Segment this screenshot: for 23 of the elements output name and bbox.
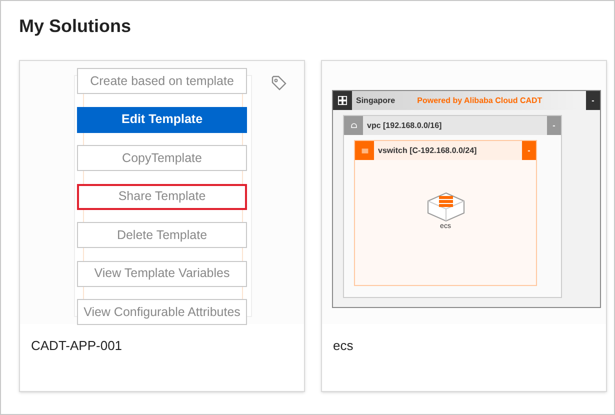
menu-button[interactable]: CopyTemplate [77, 145, 247, 171]
menu-button[interactable]: View Configurable Attributes [77, 299, 247, 325]
vswitch-label: vswitch [C-192.168.0.0/24] [378, 144, 477, 156]
collapse-button[interactable]: - [547, 116, 561, 135]
server-icon [426, 192, 464, 222]
switch-icon [355, 141, 374, 160]
collapse-button[interactable]: - [586, 91, 600, 110]
solution-name: CADT-APP-001 [31, 338, 122, 353]
menu-button[interactable]: Create based on template [77, 68, 247, 94]
menu-button[interactable]: Share Template [77, 184, 247, 210]
collapse-button[interactable]: - [522, 141, 536, 160]
vpc-label: vpc [192.168.0.0/16] [367, 120, 442, 132]
page-title: My Solutions [19, 15, 131, 38]
grid-icon [333, 91, 352, 110]
solution-name: ecs [333, 338, 354, 353]
region-label: Singapore [356, 94, 396, 106]
menu-button[interactable]: View Template Variables [77, 260, 247, 286]
cloud-icon [344, 116, 363, 135]
menu-button[interactable]: Delete Template [77, 222, 247, 248]
tag-icon[interactable] [271, 75, 287, 91]
solution-card[interactable]: Create based on template Edit Template CopyTemplate Share Template Delete Template View Template Variables View Configurable Attributes CADT-APP-001 [19, 60, 305, 392]
menu-button[interactable]: Edit Template [77, 106, 247, 132]
brand-text: Powered by Alibaba Cloud CADT [417, 94, 542, 106]
